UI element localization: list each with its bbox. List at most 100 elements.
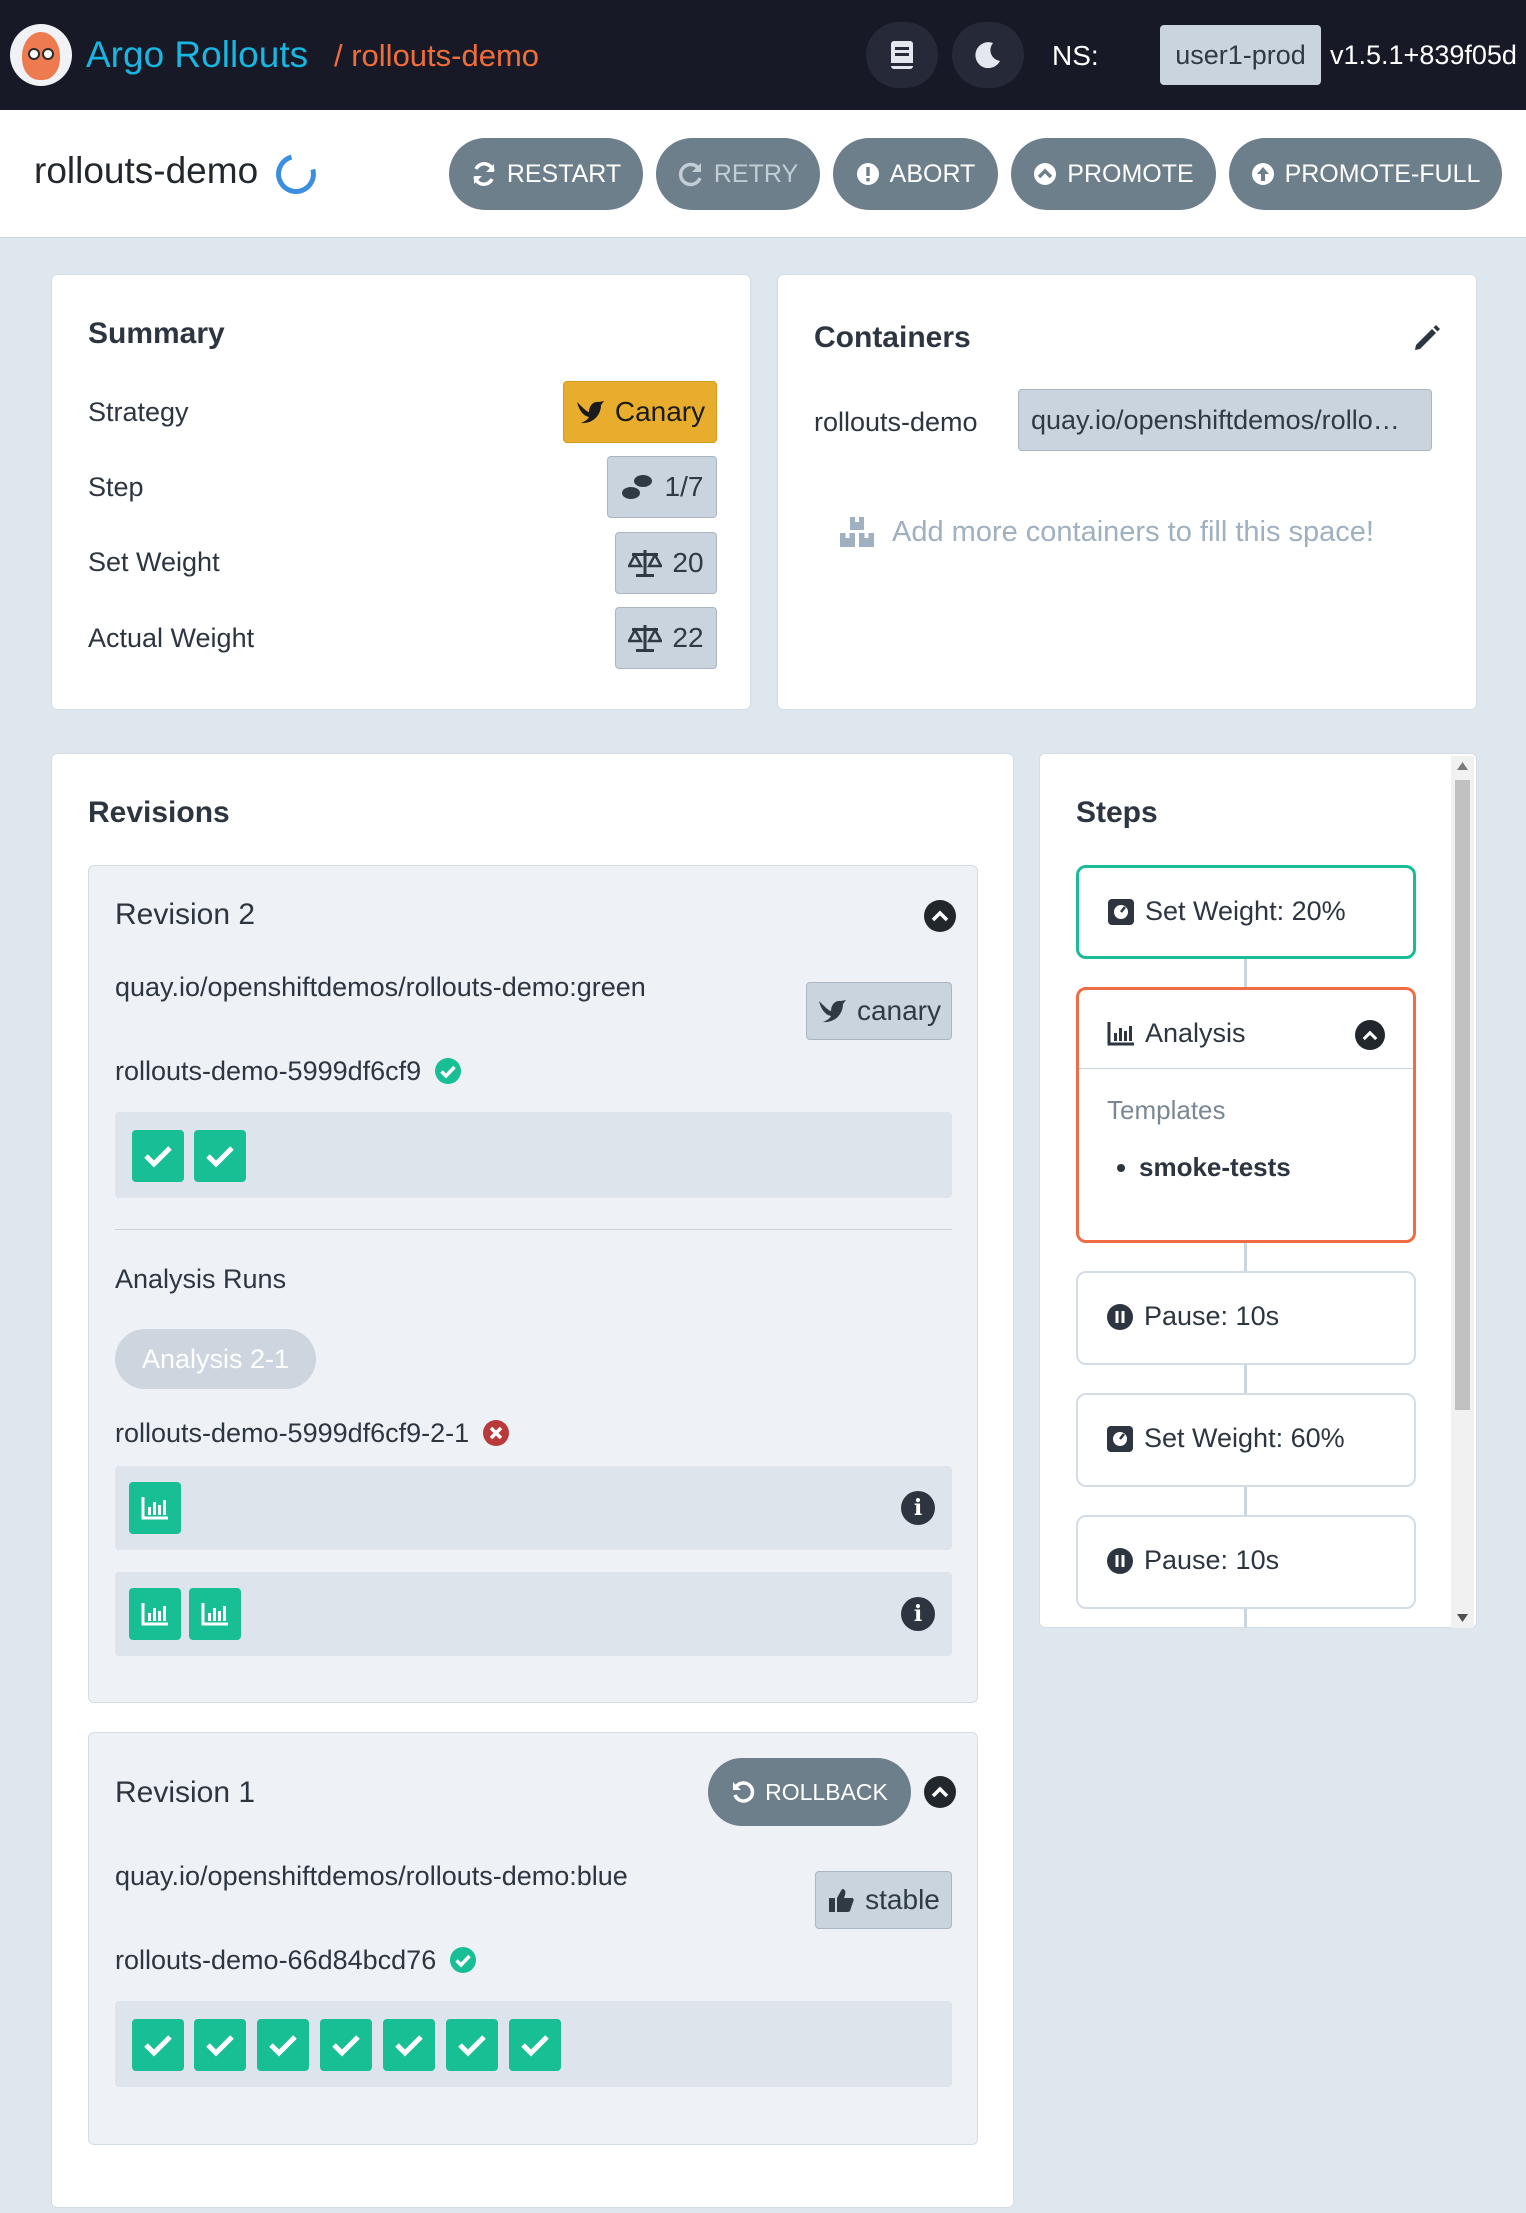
template-item: smoke-tests	[1117, 1152, 1291, 1183]
abort-button[interactable]: ABORT	[833, 138, 998, 210]
pod-healthy[interactable]	[257, 2019, 309, 2071]
step-label: Pause: 10s	[1144, 1545, 1280, 1575]
step-badge: 1/7	[607, 456, 717, 518]
chevron-up-icon[interactable]	[1355, 1020, 1385, 1050]
theme-toggle-button[interactable]	[952, 22, 1024, 88]
actual-weight-badge: 22	[615, 607, 717, 669]
check-icon	[521, 2035, 549, 2057]
stable-badge-label: stable	[865, 1884, 940, 1915]
containers-panel: Containers rollouts-demo quay.io/openshi…	[777, 274, 1477, 710]
argo-logo-icon[interactable]	[10, 24, 72, 86]
restart-button[interactable]: RESTART	[449, 138, 643, 210]
set-weight-badge: 20	[615, 532, 717, 594]
step-label: Set Weight: 20%	[1145, 896, 1346, 926]
templates-label: Templates	[1107, 1095, 1226, 1125]
revision-card: Revision 2 quay.io/openshiftdemos/rollou…	[88, 865, 978, 1703]
rollback-label: ROLLBACK	[765, 1778, 888, 1805]
revisions-title: Revisions	[88, 796, 230, 829]
steps-scrollbar[interactable]	[1451, 756, 1474, 1628]
replicaset-label: rollouts-demo-66d84bcd76	[115, 1945, 437, 1975]
strategy-value: Canary	[614, 396, 706, 427]
top-navbar: Argo Rollouts / rollouts-demo NS: user1-…	[0, 0, 1526, 110]
undo-icon	[733, 1781, 755, 1803]
step-connector	[1244, 1486, 1247, 1516]
pod-healthy[interactable]	[383, 2019, 435, 2071]
measurement-icon[interactable]	[189, 1588, 241, 1640]
arrow-up-circle-icon	[1251, 163, 1274, 185]
promote-full-label: PROMOTE-FULL	[1284, 159, 1481, 188]
analysis-measurements-row: i	[115, 1572, 952, 1656]
boxes-icon	[840, 517, 874, 547]
analysis-measurements-row: i	[115, 1466, 952, 1550]
chevron-up-icon[interactable]	[924, 900, 956, 932]
promote-label: PROMOTE	[1067, 159, 1194, 188]
pause-circle-icon	[1107, 1547, 1133, 1574]
retry-label: RETRY	[713, 159, 799, 188]
redo-icon	[678, 162, 702, 187]
scroll-up-arrow-icon[interactable]	[1457, 762, 1468, 770]
info-icon[interactable]: i	[901, 1597, 935, 1631]
check-icon	[395, 2035, 423, 2057]
promote-button[interactable]: PROMOTE	[1011, 138, 1216, 210]
revisions-panel: Revisions Revision 2 quay.io/openshiftde…	[51, 753, 1014, 2208]
rollout-name: rollouts-demo	[34, 150, 259, 191]
pod-list	[115, 2001, 952, 2087]
breadcrumb: / rollouts-demo	[334, 38, 540, 73]
pause-circle-icon	[1107, 1303, 1133, 1330]
steps-title: Steps	[1076, 796, 1158, 829]
rollback-button[interactable]: ROLLBACK	[708, 1758, 911, 1826]
step-label: Step	[88, 472, 144, 502]
revision-title: Revision 2	[115, 898, 256, 931]
pod-healthy[interactable]	[132, 2019, 184, 2071]
pod-healthy[interactable]	[509, 2019, 561, 2071]
replicaset-label: rollouts-demo-5999df6cf9	[115, 1056, 422, 1086]
step-set-weight[interactable]: Set Weight: 60%	[1076, 1393, 1416, 1487]
app-title[interactable]: Argo Rollouts	[86, 34, 308, 76]
replicaset-name: rollouts-demo-5999df6cf9	[115, 1056, 461, 1087]
docs-button[interactable]	[866, 22, 938, 88]
step-set-weight[interactable]: Set Weight: 20%	[1076, 865, 1416, 959]
canary-badge: canary	[806, 982, 952, 1040]
actual-weight-value: 22	[672, 622, 704, 653]
add-more-text: Add more containers to fill this space!	[892, 515, 1374, 548]
pod-list	[115, 1112, 952, 1198]
restart-label: RESTART	[506, 159, 622, 188]
analysis-runs-label: Analysis Runs	[115, 1264, 287, 1294]
info-icon[interactable]: i	[901, 1491, 935, 1525]
set-weight-value: 20	[672, 547, 704, 578]
pod-healthy[interactable]	[194, 2019, 246, 2071]
footsteps-icon	[621, 475, 652, 499]
step-analysis[interactable]: Analysis Templates smoke-tests	[1076, 987, 1416, 1243]
step-pause[interactable]: Pause: 10s	[1076, 1271, 1416, 1365]
promote-full-button[interactable]: PROMOTE-FULL	[1229, 138, 1502, 210]
bullet-icon	[1117, 1163, 1125, 1172]
check-icon	[144, 2035, 172, 2057]
scrollbar-thumb[interactable]	[1455, 780, 1470, 1410]
chevron-up-icon[interactable]	[924, 1776, 956, 1808]
namespace-selector[interactable]: user1-prod	[1160, 25, 1321, 85]
analysis-run-button[interactable]: Analysis 2-1	[115, 1329, 316, 1389]
scroll-down-arrow-icon[interactable]	[1457, 1614, 1468, 1622]
pod-healthy[interactable]	[320, 2019, 372, 2071]
measurement-icon[interactable]	[129, 1588, 181, 1640]
pencil-icon[interactable]	[1412, 323, 1442, 353]
retry-button[interactable]: RETRY	[656, 138, 820, 210]
pod-healthy[interactable]	[446, 2019, 498, 2071]
add-more-containers-hint: Add more containers to fill this space!	[838, 515, 1374, 549]
step-pause[interactable]: Pause: 10s	[1076, 1515, 1416, 1609]
exclamation-circle-icon	[856, 163, 879, 185]
check-icon	[206, 2035, 234, 2057]
measurement-icon[interactable]	[129, 1482, 181, 1534]
check-icon	[144, 1146, 172, 1168]
pod-healthy[interactable]	[194, 1130, 246, 1182]
pod-healthy[interactable]	[132, 1130, 184, 1182]
check-icon	[269, 2035, 297, 2057]
step-label: Set Weight: 60%	[1144, 1423, 1345, 1453]
stable-badge: stable	[815, 1871, 952, 1929]
step-connector	[1244, 1608, 1247, 1627]
actual-weight-label: Actual Weight	[88, 623, 255, 653]
container-name: rollouts-demo	[814, 407, 978, 437]
analysis-run-label: rollouts-demo-5999df6cf9-2-1	[115, 1418, 470, 1448]
check-icon	[458, 2035, 486, 2057]
step-connector	[1244, 1364, 1247, 1394]
